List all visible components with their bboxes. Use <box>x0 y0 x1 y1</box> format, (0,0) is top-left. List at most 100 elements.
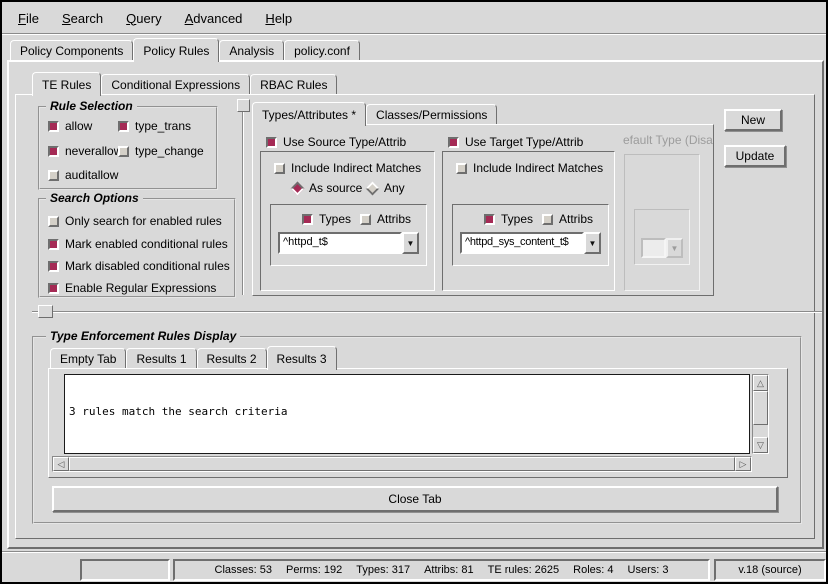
checkbox-label: auditallow <box>65 168 118 182</box>
checkbox-mark-disabled-conditional[interactable]: Mark disabled conditional rules <box>48 259 230 273</box>
checkbox-type-change[interactable]: type_change <box>118 144 204 158</box>
checkbox-label: Mark enabled conditional rules <box>65 237 228 251</box>
vertical-sash-handle[interactable] <box>237 99 250 112</box>
menu-file[interactable]: File <box>14 9 43 28</box>
status-stats: Classes: 53 Perms: 192 Types: 317 Attrib… <box>173 559 710 581</box>
tab-types-attributes[interactable]: Types/Attributes * <box>252 102 366 126</box>
menu-search[interactable]: Search <box>58 9 107 28</box>
checkbox-mark-enabled-conditional[interactable]: Mark enabled conditional rules <box>48 237 228 251</box>
checkbox-source-indirect[interactable]: Include Indirect Matches <box>274 161 421 175</box>
radio-indicator <box>366 181 380 195</box>
tab-classes-permissions[interactable]: Classes/Permissions <box>366 104 497 124</box>
stat-attribs: Attribs: 81 <box>424 564 474 576</box>
checkbox-use-target-type[interactable]: Use Target Type/Attrib <box>448 135 583 149</box>
checkbox-indicator <box>48 216 59 227</box>
checkbox-indicator <box>48 146 59 157</box>
close-tab-button[interactable]: Close Tab <box>52 486 778 512</box>
v-scrollbar-trough[interactable] <box>753 425 768 437</box>
checkbox-indicator <box>48 239 59 250</box>
results-text-area[interactable]: 3 rules match the search criteria (5822)… <box>64 374 750 454</box>
checkbox-indicator <box>48 121 59 132</box>
checkbox-type-trans[interactable]: type_trans <box>118 119 191 133</box>
checkbox-indicator <box>484 214 495 225</box>
tab-te-rules[interactable]: TE Rules <box>32 72 101 96</box>
menu-query[interactable]: Query <box>122 9 165 28</box>
checkbox-indicator <box>456 163 467 174</box>
checkbox-label: Use Target Type/Attrib <box>465 135 583 149</box>
target-type-combo-button[interactable]: ▼ <box>584 232 601 254</box>
chevron-down-icon: ▼ <box>666 238 683 258</box>
menu-separator <box>2 33 826 35</box>
checkbox-label: Attribs <box>377 212 411 226</box>
checkbox-source-attribs[interactable]: Attribs <box>360 212 411 226</box>
target-type-combo-entry[interactable]: ^httpd_sys_content_t$ <box>460 232 584 254</box>
rules-tab-bar: TE Rules Conditional Expressions RBAC Ru… <box>32 73 337 94</box>
scroll-left-icon[interactable]: ◁ <box>53 457 69 471</box>
scroll-down-icon[interactable]: ▽ <box>753 437 768 453</box>
update-button[interactable]: Update <box>724 145 786 167</box>
results-v-scrollbar[interactable]: △ ▽ <box>752 374 769 454</box>
radio-any[interactable]: Any <box>367 181 405 195</box>
scroll-up-icon[interactable]: △ <box>753 375 768 391</box>
scroll-right-icon[interactable]: ▷ <box>735 457 751 471</box>
apol-window: File Search Query Advanced Help Policy C… <box>0 0 828 584</box>
radio-label: As source <box>309 181 362 195</box>
radio-indicator <box>291 181 305 195</box>
source-type-combo[interactable]: ^httpd_t$ ▼ <box>278 232 419 254</box>
checkbox-indicator <box>48 170 59 181</box>
tab-results-1[interactable]: Results 1 <box>126 348 196 368</box>
checkbox-only-enabled-rules[interactable]: Only search for enabled rules <box>48 214 222 228</box>
tab-policy-conf[interactable]: policy.conf <box>284 40 360 60</box>
stat-classes: Classes: 53 <box>215 564 272 576</box>
stat-types: Types: 317 <box>356 564 410 576</box>
tab-policy-rules[interactable]: Policy Rules <box>133 38 219 62</box>
checkbox-label: Only search for enabled rules <box>65 214 222 228</box>
stat-perms: Perms: 192 <box>286 564 342 576</box>
results-h-scrollbar[interactable]: ◁ ▷ <box>52 456 752 472</box>
tab-analysis[interactable]: Analysis <box>219 40 284 60</box>
target-type-combo[interactable]: ^httpd_sys_content_t$ ▼ <box>460 232 601 254</box>
checkbox-indicator <box>360 214 371 225</box>
main-tab-bar: Policy Components Policy Rules Analysis … <box>10 38 360 60</box>
checkbox-allow[interactable]: allow <box>48 119 92 133</box>
new-button[interactable]: New <box>724 109 782 131</box>
checkbox-target-types[interactable]: Types <box>484 212 533 226</box>
tab-policy-components[interactable]: Policy Components <box>10 40 133 60</box>
vertical-sash[interactable] <box>242 99 244 295</box>
checkbox-indicator <box>302 214 313 225</box>
checkbox-target-attribs[interactable]: Attribs <box>542 212 593 226</box>
checkbox-label: Include Indirect Matches <box>473 161 603 175</box>
types-attributes-tab-bar: Types/Attributes * Classes/Permissions <box>252 103 497 124</box>
results-tab-bar: Empty Tab Results 1 Results 2 Results 3 <box>50 347 337 368</box>
results-summary: 3 rules match the search criteria <box>69 405 745 419</box>
checkbox-neverallow[interactable]: neverallow <box>48 144 122 158</box>
checkbox-label: Enable Regular Expressions <box>65 281 216 295</box>
checkbox-label: Attribs <box>559 212 593 226</box>
checkbox-auditallow[interactable]: auditallow <box>48 168 118 182</box>
h-scrollbar-thumb[interactable] <box>69 457 735 471</box>
tab-results-2[interactable]: Results 2 <box>197 348 267 368</box>
checkbox-indicator <box>266 137 277 148</box>
menu-help[interactable]: Help <box>261 9 296 28</box>
v-scrollbar-thumb[interactable] <box>753 391 768 425</box>
checkbox-enable-regex[interactable]: Enable Regular Expressions <box>48 281 216 295</box>
horizontal-sash[interactable] <box>32 311 822 313</box>
menu-advanced[interactable]: Advanced <box>181 9 247 28</box>
status-version: v.18 (source) <box>714 559 826 581</box>
source-type-combo-entry[interactable]: ^httpd_t$ <box>278 232 402 254</box>
checkbox-source-types[interactable]: Types <box>302 212 351 226</box>
status-cell-empty <box>80 559 170 581</box>
checkbox-indicator <box>274 163 285 174</box>
radio-as-source[interactable]: As source <box>292 181 362 195</box>
checkbox-indicator <box>448 137 459 148</box>
checkbox-label: Use Source Type/Attrib <box>283 135 406 149</box>
tab-rbac-rules[interactable]: RBAC Rules <box>250 74 337 94</box>
source-type-combo-button[interactable]: ▼ <box>402 232 419 254</box>
tab-results-3[interactable]: Results 3 <box>267 346 337 370</box>
tab-empty[interactable]: Empty Tab <box>50 348 126 368</box>
tab-conditional-expressions[interactable]: Conditional Expressions <box>101 74 250 94</box>
horizontal-sash-handle[interactable] <box>38 305 53 318</box>
checkbox-use-source-type[interactable]: Use Source Type/Attrib <box>266 135 406 149</box>
checkbox-label: Include Indirect Matches <box>291 161 421 175</box>
checkbox-target-indirect[interactable]: Include Indirect Matches <box>456 161 603 175</box>
